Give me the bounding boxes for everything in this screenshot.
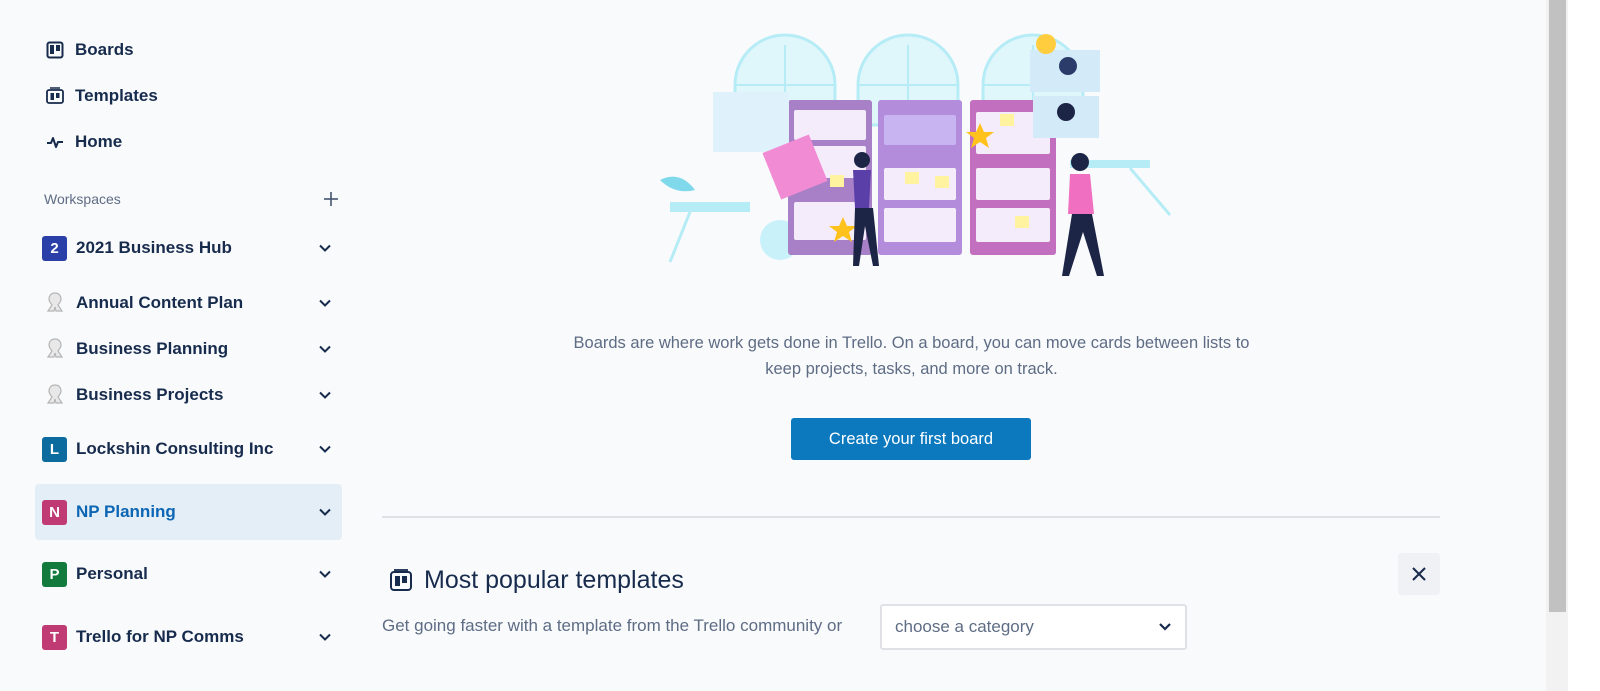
- workspace-name: Personal: [76, 564, 148, 583]
- window-edge: [1568, 0, 1600, 691]
- section-divider: [382, 516, 1440, 518]
- chevron-down-icon[interactable]: [314, 563, 336, 585]
- chevron-down-icon: [1159, 623, 1171, 631]
- workspace-badge: P: [42, 561, 67, 587]
- chevron-down-icon[interactable]: [314, 438, 336, 460]
- chevron-down-icon[interactable]: [314, 237, 336, 259]
- workspace-name: Annual Content Plan: [76, 293, 244, 312]
- workspace-name: Business Planning: [76, 339, 229, 358]
- category-select[interactable]: choose a category: [880, 604, 1187, 650]
- workspace-badge: N: [42, 499, 67, 525]
- boards-illustration: [650, 30, 1180, 290]
- category-select-value: choose a category: [895, 617, 1034, 636]
- templates-icon: [44, 85, 66, 107]
- workspace-item[interactable]: Business Projects: [35, 367, 342, 423]
- nav-templates[interactable]: Templates: [44, 81, 158, 111]
- plus-icon: [324, 192, 338, 206]
- workspace-badge: L: [42, 436, 67, 462]
- create-board-button[interactable]: Create your first board: [791, 418, 1031, 460]
- activity-icon: [44, 131, 66, 153]
- chevron-down-icon[interactable]: [314, 384, 336, 406]
- workspace-badge: T: [42, 624, 67, 650]
- workspace-logo-icon: [42, 291, 67, 316]
- chevron-down-icon[interactable]: [314, 501, 336, 523]
- nav-home-label: Home: [75, 132, 123, 151]
- chevron-down-icon[interactable]: [314, 292, 336, 314]
- workspace-name: Trello for NP Comms: [76, 627, 244, 646]
- nav-boards[interactable]: Boards: [44, 35, 134, 65]
- close-templates-button[interactable]: [1398, 553, 1440, 595]
- workspace-logo-icon: [42, 383, 67, 408]
- sidebar: Boards Templates Home Workspaces 2 2021 B…: [0, 0, 360, 691]
- chevron-down-icon[interactable]: [314, 338, 336, 360]
- templates-heading: Most popular templates: [388, 562, 684, 598]
- workspace-item[interactable]: L Lockshin Consulting Inc: [35, 421, 342, 477]
- nav-boards-label: Boards: [75, 40, 134, 59]
- templates-subtitle: Get going faster with a template from th…: [382, 616, 843, 635]
- workspace-item[interactable]: P Personal: [35, 546, 342, 602]
- workspace-item[interactable]: N NP Planning: [35, 484, 342, 540]
- templates-icon: [388, 567, 414, 593]
- workspace-name: Lockshin Consulting Inc: [76, 439, 274, 458]
- workspaces-header: Workspaces: [44, 188, 342, 210]
- add-workspace-button[interactable]: [320, 188, 342, 210]
- workspaces-label: Workspaces: [44, 191, 121, 207]
- boards-description: Boards are where work gets done in Trell…: [573, 334, 1250, 378]
- workspace-name: NP Planning: [76, 502, 176, 521]
- templates-title: Most popular templates: [424, 565, 684, 594]
- scrollbar-thumb[interactable]: [1549, 0, 1566, 612]
- boards-icon: [44, 39, 66, 61]
- nav-home[interactable]: Home: [44, 127, 122, 157]
- workspace-logo-icon: [42, 337, 67, 362]
- workspace-name: 2021 Business Hub: [76, 238, 232, 257]
- workspace-item[interactable]: 2 2021 Business Hub: [35, 220, 342, 276]
- workspace-name: Business Projects: [76, 385, 224, 404]
- chevron-down-icon[interactable]: [314, 626, 336, 648]
- workspace-item[interactable]: T Trello for NP Comms: [35, 609, 342, 665]
- workspace-badge: 2: [42, 235, 67, 261]
- close-icon: [1412, 567, 1426, 581]
- nav-templates-label: Templates: [75, 86, 158, 105]
